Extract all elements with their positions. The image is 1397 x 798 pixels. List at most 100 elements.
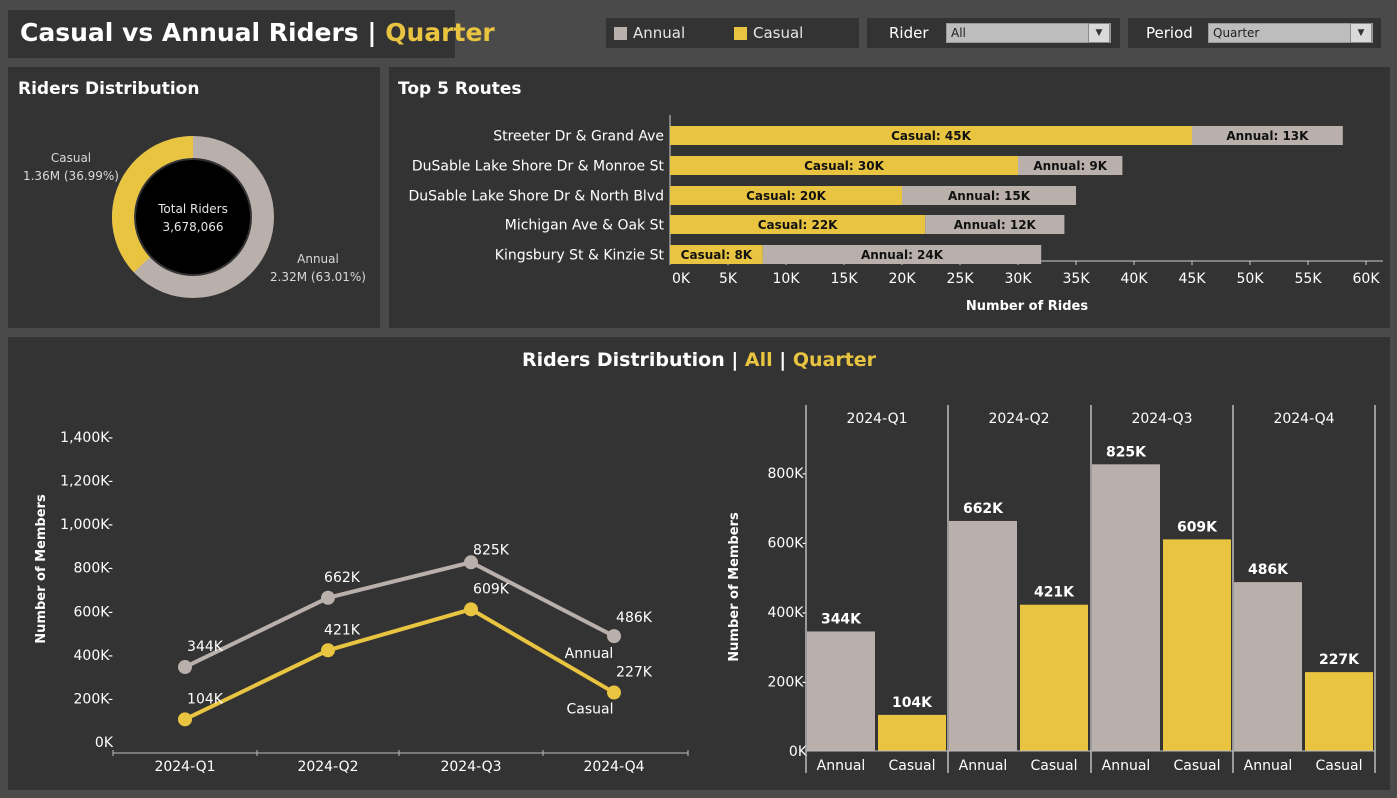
routes-x-tick-label: 50K <box>1237 271 1265 287</box>
period-select[interactable]: Quarter ▼ <box>1208 23 1373 43</box>
legend-label-casual: Casual <box>753 24 804 42</box>
bar-x-label-annual: Annual <box>817 758 866 774</box>
donut-hole <box>136 160 250 274</box>
bar-value-label-casual: 421K <box>1034 585 1075 601</box>
bar-x-label-casual: Casual <box>1031 758 1078 774</box>
routes-chart: 0K 5K 10K 15K 20K 25K 30K 35K 40K 45K 50K 55K 60K Str… <box>409 115 1383 314</box>
rider-select-value: All <box>951 26 966 40</box>
routes-x-tick-label: 5K <box>719 271 738 287</box>
line-x-tick-label: 2024-Q2 <box>297 759 358 775</box>
bar-casual <box>878 714 946 751</box>
line-point-annual <box>607 629 621 644</box>
bar-y-tick-label: 0K <box>789 744 808 760</box>
line-series-annual <box>184 560 615 669</box>
line-y-tick-label: 1,200K- <box>60 474 113 490</box>
bar-pane-header: 2024-Q2 <box>988 411 1049 427</box>
bar-value-label-annual: 662K <box>963 501 1004 517</box>
line-value-label-casual: 104K <box>187 691 224 707</box>
routes-x-tick-label: 15K <box>831 271 859 287</box>
bar-x-label-casual: Casual <box>1316 758 1363 774</box>
routes-x-tick-label: 25K <box>947 271 975 287</box>
color-legend: Annual Casual <box>606 18 859 48</box>
line-point-casual <box>321 643 335 658</box>
routes-x-tick-label: 30K <box>1005 271 1033 287</box>
line-y-tick-label: 200K- <box>74 691 113 707</box>
bar-x-label-annual: Annual <box>959 758 1008 774</box>
line-x-tick-label: 2024-Q4 <box>583 759 644 775</box>
routes-x-tick-label: 20K <box>889 271 917 287</box>
route-label: DuSable Lake Shore Dr & North Blvd <box>409 189 664 205</box>
route-label: Streeter Dr & Grand Ave <box>493 129 664 145</box>
bar-casual <box>1020 604 1088 751</box>
line-x-tick-label: 2024-Q1 <box>154 759 215 775</box>
donut-casual-text: 1.36M (36.99%) <box>23 169 119 183</box>
rider-select[interactable]: All ▼ <box>946 23 1111 43</box>
bar-annual <box>1234 582 1302 751</box>
routes-x-tick-label: 45K <box>1179 271 1207 287</box>
bar-value-label-annual: 486K <box>1248 562 1289 578</box>
route-bar-casual-label: Casual: 20K <box>746 189 826 203</box>
page-title-period: Quarter <box>385 18 495 47</box>
line-y-tick-label: 1,400K- <box>60 430 113 446</box>
bar-casual <box>1163 539 1231 751</box>
bar-y-tick-label: 800K- <box>768 466 807 482</box>
bar-annual <box>807 631 875 751</box>
legend-item-annual[interactable]: Annual <box>614 24 685 42</box>
line-chart: Number of Members 0K 200K- 400K- 600K- 800K- 1… <box>34 430 689 775</box>
rider-filter-label: Rider <box>889 24 929 42</box>
legend-swatch-casual <box>734 26 747 40</box>
routes-x-tick-label: 10K <box>773 271 801 287</box>
period-filter-label: Period <box>1146 24 1193 42</box>
routes-x-tick-label: 0K <box>672 271 691 287</box>
trend-panel: Riders Distribution | All | Quarter Numb… <box>8 337 1390 790</box>
line-value-label-annual: 486K <box>616 610 653 626</box>
line-point-casual <box>464 602 478 617</box>
bar-annual <box>949 520 1017 751</box>
line-end-label-casual: Casual <box>567 702 614 718</box>
bar-value-label-casual: 104K <box>892 695 933 711</box>
rider-filter: Rider All ▼ <box>867 18 1120 48</box>
legend-label-annual: Annual <box>633 24 686 42</box>
chevron-down-icon[interactable]: ▼ <box>1350 23 1372 43</box>
route-bar-annual-label: Annual: 9K <box>1033 159 1107 173</box>
chevron-down-icon[interactable]: ▼ <box>1088 23 1110 43</box>
route-bar-annual-label: Annual: 24K <box>861 248 944 262</box>
bar-value-label-casual: 609K <box>1177 519 1218 535</box>
routes-panel: Top 5 Routes 0K 5K 10K 15K 20K 25K 30K 35K 40K 45… <box>389 67 1390 328</box>
title-bar: Casual vs Annual Riders | Quarter <box>8 10 495 58</box>
bar-annual <box>1092 464 1160 751</box>
bar-y-tick-label: 200K- <box>768 675 807 691</box>
line-y-tick-label: 600K- <box>74 604 113 620</box>
line-y-tick-label: 1,000K- <box>60 517 113 533</box>
line-value-label-annual: 662K <box>324 570 361 586</box>
bar-pane-header: 2024-Q1 <box>846 411 907 427</box>
line-x-tick-label: 2024-Q3 <box>440 759 501 775</box>
donut-casual-name: Casual <box>51 151 91 165</box>
line-y-tick-label: 0K <box>95 735 114 751</box>
routes-x-tick-label: 40K <box>1121 271 1149 287</box>
route-bar-annual-label: Annual: 12K <box>954 218 1037 232</box>
donut-chart: Total Riders 3,678,066 Casual 1.36M (36.… <box>23 136 366 298</box>
route-bar-casual-label: Casual: 8K <box>681 248 753 262</box>
page-title: Casual vs Annual Riders | Quarter <box>20 18 495 47</box>
route-bar-casual-label: Casual: 45K <box>891 129 971 143</box>
bar-x-label-casual: Casual <box>1174 758 1221 774</box>
bar-casual <box>1305 672 1373 751</box>
line-y-axis-title: Number of Members <box>34 494 49 644</box>
line-point-casual <box>607 685 621 700</box>
bar-x-label-casual: Casual <box>889 758 936 774</box>
bar-value-label-annual: 344K <box>821 611 862 627</box>
period-filter: Period Quarter ▼ <box>1128 18 1381 48</box>
line-series-casual <box>184 607 616 722</box>
route-bar-annual-label: Annual: 15K <box>948 189 1031 203</box>
legend-item-casual[interactable]: Casual <box>734 24 803 42</box>
bar-value-label-casual: 227K <box>1319 652 1360 668</box>
bar-value-label-annual: 825K <box>1106 444 1147 460</box>
donut-center-label: Total Riders <box>157 202 228 216</box>
bar-x-label-annual: Annual <box>1102 758 1151 774</box>
routes-x-tick-label: 55K <box>1295 271 1323 287</box>
bar-y-tick-label: 600K- <box>768 536 807 552</box>
bar-pane-header: 2024-Q4 <box>1273 411 1334 427</box>
line-y-tick-label: 400K- <box>74 648 113 664</box>
bar-x-label-annual: Annual <box>1244 758 1293 774</box>
